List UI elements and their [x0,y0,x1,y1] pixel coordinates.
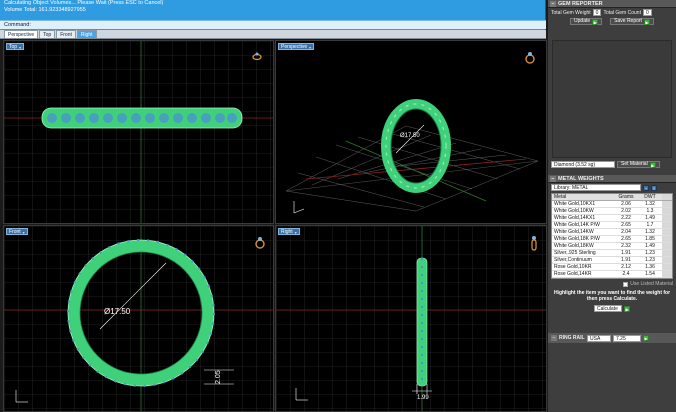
library-row: Library: METAL + ≡ [548,183,676,192]
set-material-button[interactable]: Set Material ▶ [617,161,660,168]
total-gem-count-field: 0 [642,9,652,16]
command-input[interactable]: Command: [0,20,546,29]
ring-icon [530,235,538,251]
edit-icon[interactable]: ≡ [651,184,657,191]
table-row[interactable]: Silver,.925 Sterling 1.91 1.23 [552,250,672,257]
viewport-tabs: Perspective Top Front Right [0,30,546,39]
table-row[interactable]: Rose Gold,14KR 2.4 1.54 [552,271,672,278]
use-listed-checkbox[interactable] [623,281,629,287]
tab-perspective[interactable]: Perspective [4,30,39,38]
table-header: Metal Grams DWT [552,194,672,201]
go-arrow-icon[interactable]: ▶ [624,305,630,312]
update-button[interactable]: Update ▶ [570,18,603,25]
top-view-canvas [4,41,273,223]
side-panel: − GEM REPORTER Total Gem Weight 0 Total … [548,0,676,412]
ring-system-select[interactable]: USA [587,334,611,342]
ring-rail-bar: − RING RAIL USA 7.25 ▶ [548,333,676,343]
library-select[interactable]: Library: METAL [551,184,641,191]
front-width-label: 2.05 [215,370,222,384]
viewport-perspective[interactable]: Perspective ▾ Ø17.50 [275,40,547,224]
material-row: Diamond (3.52 sg) Set Material ▶ [548,160,663,169]
save-report-button[interactable]: Save Report ▶ [610,18,654,25]
viewport-label-right[interactable]: Right ▾ [278,228,300,235]
table-row[interactable]: Silver,Continuum 1.91 1.23 [552,257,672,264]
perspective-view-canvas: Ø17.50 [285,99,539,214]
viewport-label-top[interactable]: Top ▾ [6,43,25,50]
table-row[interactable]: White Gold,18KW 2.32 1.49 [552,243,672,250]
metal-weights-table: Metal Grams DWT White Gold,10KX1 2.06 1.32… [551,193,673,279]
table-row[interactable]: White Gold,10KX1 2.06 1.32 [552,201,672,208]
calculate-button[interactable]: Calculate [594,305,622,312]
add-icon[interactable]: + [643,184,649,191]
front-diameter-label: Ø17.50 [104,307,131,316]
total-gem-weight-label: Total Gem Weight [551,9,591,16]
instructions-text: Highlight the item you want to find the … [553,290,671,302]
tab-front[interactable]: Front [56,30,76,38]
collapse-icon[interactable]: − [550,176,556,182]
gem-totals-row: Total Gem Weight 0 Total Gem Count 0 [548,8,676,17]
right-view-canvas: 1.99 [276,226,546,411]
chevron-down-icon: ▾ [294,230,297,235]
use-listed-label: Use Listed Material [630,281,673,287]
viewport-right[interactable]: Right ▾ 1.99 [275,225,547,412]
ring-rail-label: RING RAIL [559,335,585,341]
ring-icon [252,52,262,60]
command-history-line-1: Calculating Object Volumes... Please Wai… [4,0,164,6]
table-row[interactable]: White Gold,18K P/W 2.65 1.85 [552,236,672,243]
collapse-icon[interactable]: − [551,335,557,341]
tab-right[interactable]: Right [76,30,97,38]
total-gem-weight-field: 0 [592,9,602,16]
go-arrow-icon: ▶ [649,161,656,168]
calculate-row: Calculate ▶ [548,304,676,313]
collapse-icon[interactable]: − [550,1,556,7]
front-view-canvas: Ø17.50 2.05 [4,226,273,411]
go-arrow-icon: ▶ [592,18,599,25]
table-row[interactable]: White Gold,14KX1 2.22 1.49 [552,215,672,222]
go-arrow-icon: ▶ [643,18,650,25]
gem-actions-row: Update ▶ Save Report ▶ [548,17,676,26]
table-row[interactable]: White Gold,10KW 2.02 1.3 [552,208,672,215]
viewport-label-front[interactable]: Front ▾ [6,228,28,235]
total-gem-count-label: Total Gem Count [603,9,641,16]
ring-icon [254,235,266,249]
right-width-label: 1.99 [417,395,429,401]
app-window: Calculating Object Volumes... Please Wai… [0,0,676,412]
chevron-down-icon: ▾ [22,230,25,235]
command-history-line-2: Volume Total: 161.923348927955 [4,7,86,13]
viewport-top[interactable]: Top ▾ [3,40,274,224]
use-listed-row: Use Listed Material [548,280,676,288]
table-row[interactable]: White Gold,14KW 2.04 1.32 [552,229,672,236]
gem-list-area[interactable] [552,40,672,158]
table-row[interactable]: Rose Gold,10KR 2.12 1.36 [552,264,672,271]
gem-reporter-header[interactable]: − GEM REPORTER [548,0,676,8]
metal-weights-section: − METAL WEIGHTS Library: METAL + ≡ Metal… [548,175,676,313]
chevron-down-icon: ▾ [19,45,22,50]
command-area: Calculating Object Volumes... Please Wai… [0,0,546,30]
go-arrow-icon[interactable]: ▶ [643,335,649,341]
material-select[interactable]: Diamond (3.52 sg) [551,161,615,168]
ring-icon [524,50,536,64]
viewport-label-perspective[interactable]: Perspective ▾ [278,43,315,50]
scrollbar[interactable] [662,194,672,200]
metal-weights-header[interactable]: − METAL WEIGHTS [548,175,676,183]
persp-diameter-label: Ø17.50 [400,133,420,139]
table-row[interactable]: White Gold,14K P/W 2.65 1.7 [552,222,672,229]
ring-size-select[interactable]: 7.25 [613,334,641,342]
chevron-down-icon: ▾ [309,45,312,50]
tab-top[interactable]: Top [39,30,56,38]
viewport-front[interactable]: Front ▾ Ø17.50 2.05 [3,225,274,412]
